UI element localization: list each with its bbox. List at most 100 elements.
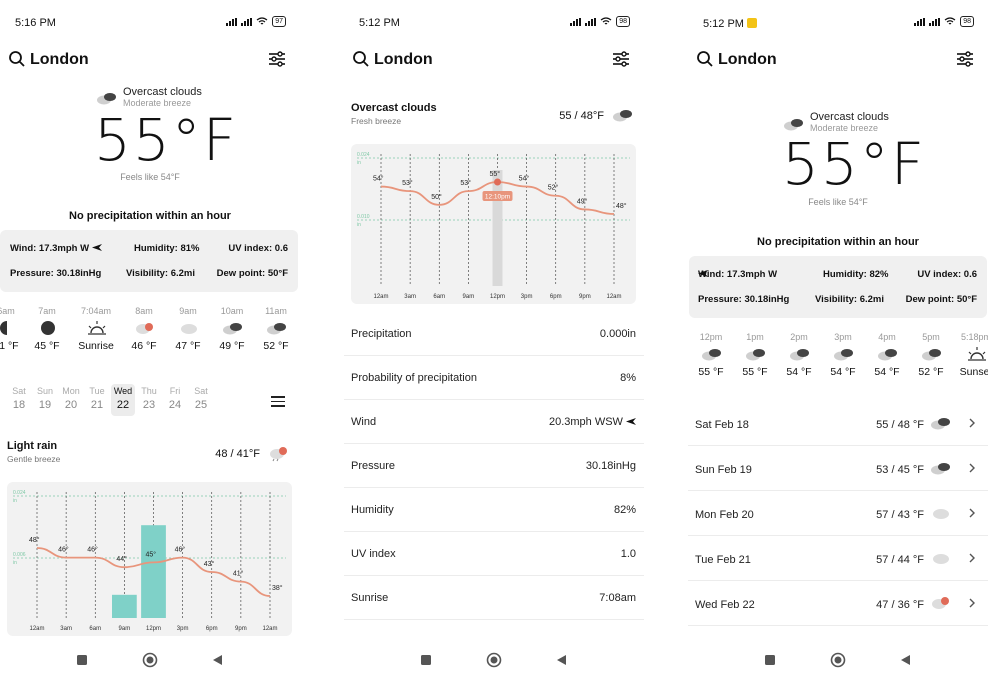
status-bar: 5:12 PM 98: [688, 0, 988, 44]
wifi-icon: [256, 17, 268, 25]
moon-icon: [41, 321, 55, 335]
metrics-panel: Wind: 17.3mph W Humidity: 82% UV index: …: [689, 256, 987, 318]
hour-item[interactable]: 9am 47 °F: [168, 306, 208, 352]
back-button[interactable]: [899, 654, 911, 666]
daily-row[interactable]: Mon Feb 20 57 / 43 °F: [688, 492, 988, 536]
dark-clouds-icon: [223, 323, 242, 335]
city-name[interactable]: London: [718, 51, 777, 69]
forecast-chart[interactable]: 0.024 in 0.010 in 54° 53° 50° 53° 55° 54° 52° 49° 48…: [351, 144, 636, 304]
settings-sliders-icon[interactable]: [268, 50, 286, 68]
back-button[interactable]: [211, 654, 223, 666]
list-view-icon[interactable]: [271, 396, 285, 408]
precipitation-note: No precipitation within an hour: [757, 236, 919, 248]
chevron-right-icon[interactable]: [968, 598, 976, 608]
x-tick-label: 3pm: [521, 294, 533, 300]
home-button[interactable]: [830, 652, 846, 668]
back-button[interactable]: [555, 654, 567, 666]
temperature-label: 45°: [146, 550, 157, 558]
hour-item[interactable]: 10am 49 °F: [212, 306, 252, 352]
signal-icon: [241, 17, 253, 26]
hour-item[interactable]: 4pm 54 °F: [867, 332, 907, 378]
temperature-precip-chart: 0.024 in 0.006 in 48° 46° 46° 44° 45° 46° 43° 41° 38…: [13, 490, 286, 632]
daily-day: Mon Feb 20: [695, 509, 754, 521]
day-tab[interactable]: Thu 23: [137, 386, 161, 411]
temperature-label: 55°: [490, 170, 501, 178]
daily-row[interactable]: Wed Feb 22 47 / 36 °F: [688, 582, 988, 626]
cloud-icon: [933, 554, 949, 564]
hourly-strip[interactable]: 6am41 °F 7am45 °F 7:04amSunrise 8am46 °F…: [0, 306, 300, 376]
day-tab[interactable]: Sat 18: [7, 386, 31, 411]
temperature-label: 54°: [519, 175, 530, 183]
day-tab[interactable]: Sat 25: [189, 386, 213, 411]
chevron-right-icon[interactable]: [968, 418, 976, 428]
hour-item[interactable]: 1pm 55 °F: [735, 332, 775, 378]
selected-point[interactable]: [494, 178, 501, 186]
temperature-label: 54°: [373, 175, 384, 183]
chevron-right-icon[interactable]: [968, 508, 976, 518]
hour-item[interactable]: 12pm 55 °F: [691, 332, 731, 378]
temperature-label: 43°: [204, 560, 215, 568]
hour-item[interactable]: 6am41 °F: [0, 306, 26, 352]
city-name[interactable]: London: [30, 51, 89, 69]
daily-hilo: 57 / 43 °F: [876, 509, 924, 521]
x-tick-label: 9pm: [579, 294, 591, 300]
hour-item[interactable]: 11am 52 °F: [256, 306, 296, 352]
selected-time-label: 12:10pm: [485, 194, 510, 201]
temperature-label: 53°: [402, 179, 413, 187]
hour-item[interactable]: 7am 45 °F: [27, 306, 67, 352]
dark-clouds-icon: [267, 323, 286, 335]
hour-item[interactable]: 8am 46 °F: [124, 306, 164, 352]
day-tab[interactable]: Tue 21: [85, 386, 109, 411]
detail-value: 82%: [613, 504, 636, 516]
forecast-chart[interactable]: 0.024 in 0.006 in 48° 46° 46° 44° 45° 46° 43° 41° 38…: [7, 482, 292, 636]
chevron-right-icon[interactable]: [968, 463, 976, 473]
wifi-icon: [600, 17, 612, 25]
wind-metric: Wind: 17.3mph W: [698, 269, 778, 280]
hour-item[interactable]: 5pm 52 °F: [911, 332, 951, 378]
detail-row: Wind 20.3mph WSW: [344, 400, 644, 444]
condition-label: Overcast clouds: [810, 111, 889, 123]
home-button[interactable]: [486, 652, 502, 668]
dark-clouds-icon: [878, 349, 897, 361]
search-icon[interactable]: [8, 50, 26, 68]
daily-row[interactable]: Tue Feb 21 57 / 44 °F: [688, 537, 988, 581]
settings-sliders-icon[interactable]: [612, 50, 630, 68]
x-tick-label: 6pm: [206, 626, 218, 632]
detail-row: Precipitation 0.000in: [344, 312, 644, 356]
signal-icon: [226, 17, 238, 26]
y-tick-unit: in: [13, 560, 17, 566]
daily-row[interactable]: Sun Feb 19 53 / 45 °F: [688, 447, 988, 491]
hour-item[interactable]: 2pm 54 °F: [779, 332, 819, 378]
pressure-metric: Pressure: 30.18inHg: [698, 294, 790, 305]
hourly-strip[interactable]: 12pm 55 °F 1pm 55 °F 2pm 54 °F 3pm 54 °F 4pm…: [688, 332, 988, 402]
home-button[interactable]: [142, 652, 158, 668]
daily-day: Tue Feb 21: [695, 554, 751, 566]
hour-item[interactable]: 3pm 54 °F: [823, 332, 863, 378]
dark-clouds-icon: [834, 349, 853, 361]
x-tick-label: 6am: [433, 294, 445, 300]
city-name[interactable]: London: [374, 51, 433, 69]
dark-clouds-icon: [97, 93, 116, 105]
day-tab[interactable]: Sun 19: [33, 386, 57, 411]
recents-button[interactable]: [420, 654, 432, 666]
status-icons: 97: [226, 16, 286, 27]
day-tab[interactable]: Fri 24: [163, 386, 187, 411]
recents-button[interactable]: [764, 654, 776, 666]
chevron-right-icon[interactable]: [968, 553, 976, 563]
detail-value: 8%: [620, 372, 636, 384]
wind-direction-icon: [626, 418, 636, 425]
detail-row: Pressure 30.18inHg: [344, 444, 644, 488]
settings-sliders-icon[interactable]: [956, 50, 974, 68]
daily-row[interactable]: Sat Feb 18 55 / 48 °F: [688, 402, 988, 446]
rain-cloud-icon: [136, 323, 153, 334]
forecast-header: Overcast clouds Fresh breeze 55 / 48°F: [351, 102, 634, 132]
hour-item[interactable]: 5:18pmSunset: [956, 332, 988, 378]
status-time: 5:16 PM: [15, 17, 56, 29]
search-icon[interactable]: [696, 50, 714, 68]
search-icon[interactable]: [352, 50, 370, 68]
hour-item[interactable]: 7:04am Sunrise: [76, 306, 116, 352]
screen-day-forecast: 5:16 PM 97 London Overcast clouds Modera…: [0, 0, 300, 688]
day-tab[interactable]: Mon 20: [59, 386, 83, 411]
day-tab-selected[interactable]: Wed 22: [111, 384, 135, 416]
recents-button[interactable]: [76, 654, 88, 666]
